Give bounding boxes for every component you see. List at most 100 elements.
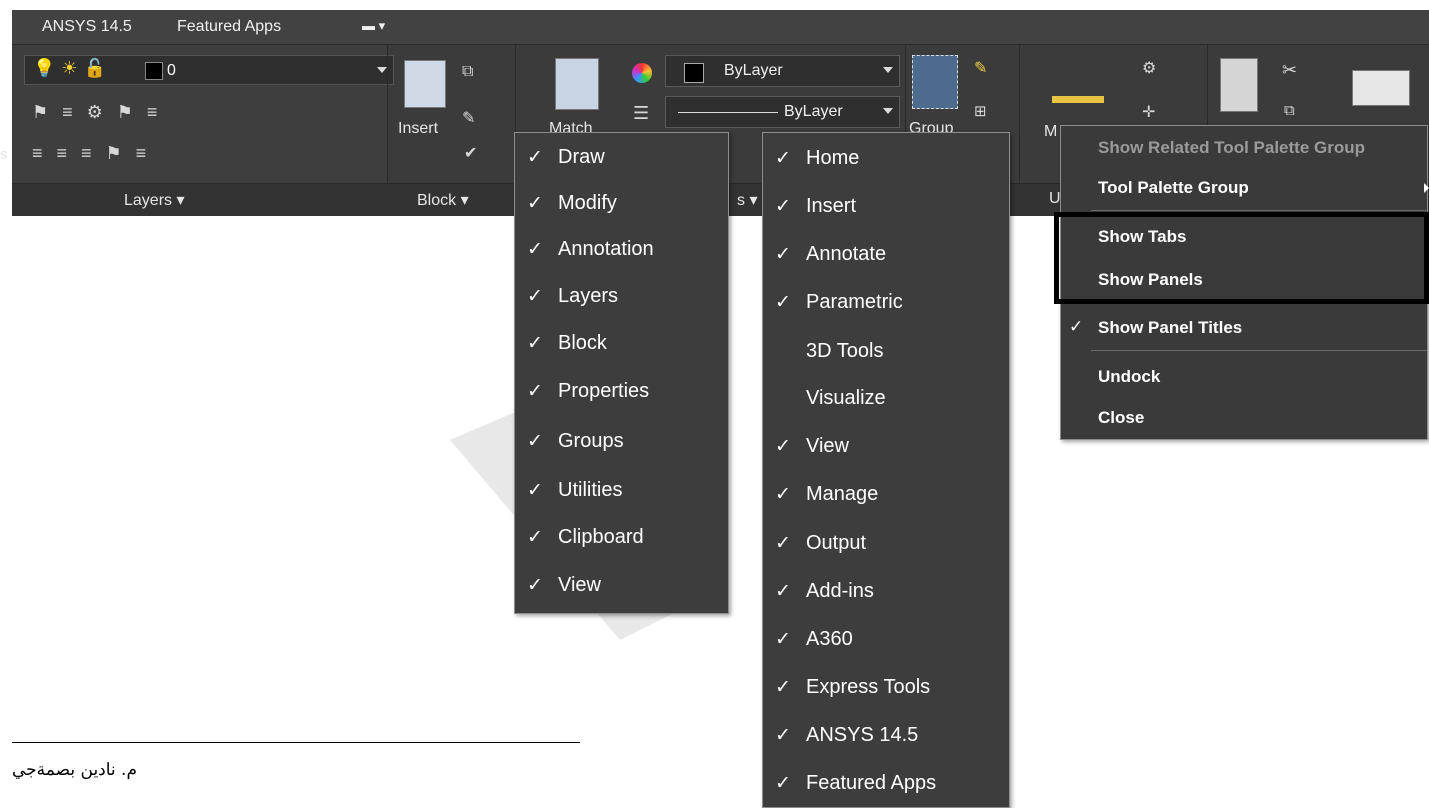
cut-icon[interactable]: ✂ — [1282, 60, 1311, 81]
ribbon-tab-bar: ANSYS 14.5 Featured Apps ▬ ▾ — [12, 10, 1429, 45]
layer-tools-row-2[interactable]: ≡≡≡⚑≡ — [32, 143, 160, 164]
menu-item-label: Undock — [1098, 367, 1161, 386]
insert-block-icon[interactable] — [404, 60, 446, 108]
layer-color-swatch — [145, 62, 163, 80]
quick-select-icon[interactable]: ⚙ — [1142, 58, 1170, 78]
check-icon: ✓ — [527, 527, 543, 548]
menu-item-label: Properties — [558, 380, 650, 402]
paste-icon[interactable] — [1220, 58, 1258, 112]
check-icon: ✓ — [775, 677, 791, 698]
measure-icon[interactable] — [1052, 78, 1104, 103]
menu-item-undock[interactable]: Undock — [1061, 357, 1427, 397]
block-panel-title[interactable]: Block ▾ — [417, 190, 469, 210]
menu-item-parametric[interactable]: ✓ Parametric — [763, 280, 1009, 326]
menu-item-label: Featured Apps — [806, 772, 937, 794]
check-icon: ✓ — [775, 436, 791, 457]
group-select-icon[interactable]: ⊞ — [974, 102, 1001, 120]
tab-display-toggle[interactable]: ▬ ▾ — [362, 18, 385, 34]
check-icon: ✓ — [775, 196, 791, 217]
menu-item-manage[interactable]: ✓ Manage — [763, 472, 1009, 518]
menu-item-label: Add-ins — [806, 580, 874, 602]
menu-item-insert[interactable]: ✓ Insert — [763, 184, 1009, 230]
menu-item-layers[interactable]: ✓ Layers — [515, 274, 728, 320]
menu-item-groups[interactable]: ✓ Groups — [515, 419, 728, 465]
check-icon: ✓ — [527, 431, 543, 452]
menu-item-view[interactable]: ✓ View — [515, 563, 728, 609]
color-swatch — [684, 63, 704, 83]
menu-item-block[interactable]: ✓ Block — [515, 321, 728, 367]
menu-item-featured-apps[interactable]: ✓ Featured Apps — [763, 761, 1009, 807]
menu-item-output[interactable]: ✓ Output — [763, 521, 1009, 567]
tab-ansys[interactable]: ANSYS 14.5 — [42, 18, 132, 36]
chevron-down-icon[interactable] — [883, 67, 893, 73]
menu-item-annotation[interactable]: ✓ Annotation — [515, 227, 728, 273]
menu-item-a360[interactable]: ✓ A360 — [763, 617, 1009, 663]
check-icon: ✓ — [527, 147, 543, 168]
menu-item-draw[interactable]: ✓ Draw — [515, 135, 728, 181]
color-wheel-icon[interactable] — [632, 63, 652, 83]
menu-separator — [1091, 350, 1427, 351]
menu-item-label: Draw — [558, 146, 605, 168]
edit-block-icon[interactable]: ✎ — [462, 108, 489, 128]
properties-panel-title[interactable]: s ▾ — [737, 190, 757, 210]
submenu-arrow-icon — [1424, 183, 1429, 193]
group-icon[interactable] — [912, 55, 958, 109]
menu-item-add-ins[interactable]: ✓ Add-ins — [763, 569, 1009, 615]
match-properties-icon[interactable] — [555, 58, 599, 110]
menu-item-label: A360 — [806, 628, 853, 650]
menu-item-clipboard[interactable]: ✓ Clipboard — [515, 515, 728, 561]
linetype-combo[interactable]: ByLayer — [665, 96, 900, 128]
highlight-box — [1054, 212, 1429, 304]
menu-item-show-panel-titles[interactable]: ✓ Show Panel Titles — [1061, 308, 1427, 348]
check-icon: ✓ — [527, 480, 543, 501]
utilities-panel-title[interactable]: U — [1049, 190, 1061, 208]
layer-combo-value: 0 — [167, 62, 176, 79]
menu-item-express-tools[interactable]: ✓ Express Tools — [763, 665, 1009, 711]
check-icon: ✓ — [775, 725, 791, 746]
insert-button-label[interactable]: Insert — [398, 120, 438, 138]
menu-item-label: Utilities — [558, 479, 623, 501]
check-icon: ✓ — [775, 581, 791, 602]
menu-item-label: Express Tools — [806, 676, 931, 698]
chevron-down-icon[interactable] — [377, 67, 387, 73]
lineweight-icon[interactable]: ☰ — [633, 103, 663, 124]
check-icon: ✓ — [1069, 317, 1084, 336]
layer-combo[interactable]: 💡☀🔓 0 — [24, 55, 394, 85]
view-panel-icon[interactable] — [1352, 70, 1410, 106]
chevron-down-icon[interactable] — [883, 108, 893, 114]
check-icon: ✓ — [775, 533, 791, 554]
menu-item-annotate[interactable]: ✓ Annotate — [763, 232, 1009, 278]
menu-item-close[interactable]: Close — [1061, 398, 1427, 438]
layer-tools-row-1[interactable]: ⚑≡⚙⚑≡ — [32, 102, 171, 123]
menu-item-view[interactable]: ✓ View — [763, 424, 1009, 470]
menu-item-utilities[interactable]: ✓ Utilities — [515, 468, 728, 514]
layers-panel-title[interactable]: Layers ▾ — [124, 190, 185, 210]
menu-item-home[interactable]: ✓ Home — [763, 136, 1009, 182]
check-icon: ✓ — [775, 773, 791, 794]
menu-item-modify[interactable]: ✓ Modify — [515, 181, 728, 227]
menu-item-label: Show Related Tool Palette Group — [1098, 138, 1365, 157]
measure-button-label[interactable]: M — [1044, 123, 1057, 141]
color-combo[interactable]: ByLayer — [665, 55, 900, 87]
group-edit-icon[interactable]: ✎ — [974, 58, 1001, 78]
menu-item-label: Layers — [558, 285, 619, 307]
copy-icon[interactable]: ⧉ — [1284, 102, 1309, 119]
menu-item-label: Manage — [806, 483, 879, 505]
menu-item-label: Clipboard — [558, 526, 644, 548]
menu-item-show-related-tool-palette-group[interactable]: Show Related Tool Palette Group — [1061, 128, 1427, 168]
menu-item-tool-palette-group[interactable]: Tool Palette Group — [1061, 168, 1429, 208]
create-block-icon[interactable]: ⧉ — [462, 63, 487, 81]
footer-rule — [12, 742, 580, 743]
menu-item-properties[interactable]: ✓ Properties — [515, 369, 728, 415]
menu-item-label: Annotation — [558, 238, 654, 260]
menu-item-label: View — [806, 435, 849, 457]
menu-item-3d-tools[interactable]: 3D Tools — [763, 329, 1009, 375]
footer-author: م. نادين بصمةجي — [12, 760, 137, 780]
linetype-sample — [678, 112, 778, 113]
tab-featured-apps[interactable]: Featured Apps — [177, 18, 281, 36]
id-point-icon[interactable]: ✛ — [1142, 102, 1169, 122]
block-attribute-icon[interactable]: ✔ — [464, 143, 491, 163]
menu-item-ansys[interactable]: ✓ ANSYS 14.5 — [763, 713, 1009, 759]
show-tabs-menu: ✓ Home ✓ Insert ✓ Annotate ✓ Parametric 3D T… — [762, 132, 1010, 808]
menu-item-visualize[interactable]: Visualize — [763, 376, 1009, 422]
